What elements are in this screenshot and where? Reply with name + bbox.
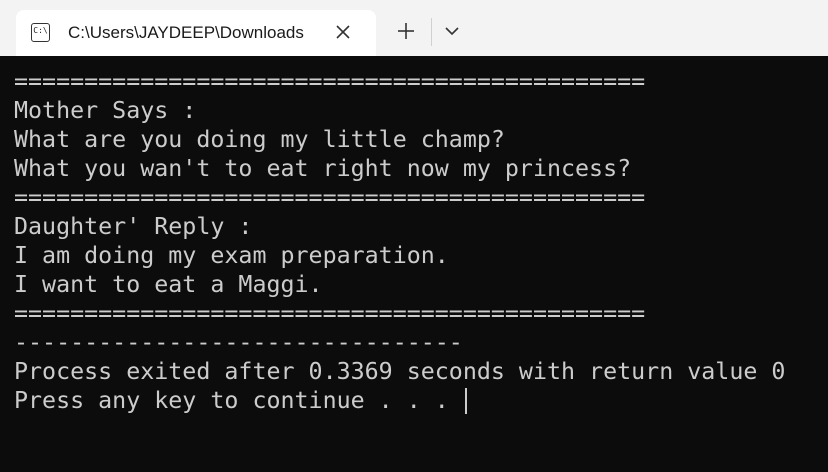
console-output[interactable]: ========================================… (0, 56, 828, 472)
console-icon: C:\ (31, 23, 50, 42)
close-tab-button[interactable] (332, 21, 354, 43)
tab-active[interactable]: C:\ C:\Users\JAYDEEP\Downloads (16, 10, 376, 56)
console-line: I am doing my exam preparation. (14, 242, 449, 269)
prompt-line: Press any key to continue . . . (14, 386, 828, 415)
terminal-window: C:\ C:\Users\JAYDEEP\Downloads =========… (0, 0, 828, 472)
text-cursor (464, 388, 467, 414)
tab-title: C:\Users\JAYDEEP\Downloads (68, 23, 304, 42)
tab-dropdown-button[interactable] (440, 19, 464, 43)
console-line: Daughter' Reply : (14, 213, 253, 240)
plus-icon (398, 23, 414, 39)
prompt-text: Press any key to continue . . . (14, 387, 463, 414)
new-tab-button[interactable] (392, 17, 420, 45)
console-line: ========================================… (14, 184, 646, 211)
console-line: What you wan't to eat right now my princ… (14, 155, 632, 182)
console-line: ========================================… (14, 300, 646, 327)
console-line: Mother Says : (14, 97, 197, 124)
console-line: -------------------------------- (14, 329, 463, 356)
close-icon (336, 25, 350, 39)
chevron-down-icon (445, 27, 459, 36)
console-line: ========================================… (14, 68, 646, 95)
tab-divider (431, 18, 432, 46)
console-line: I want to eat a Maggi. (14, 271, 323, 298)
console-line: Process exited after 0.3369 seconds with… (14, 358, 786, 385)
console-line: What are you doing my little champ? (14, 126, 505, 153)
title-bar: C:\ C:\Users\JAYDEEP\Downloads (0, 0, 828, 56)
